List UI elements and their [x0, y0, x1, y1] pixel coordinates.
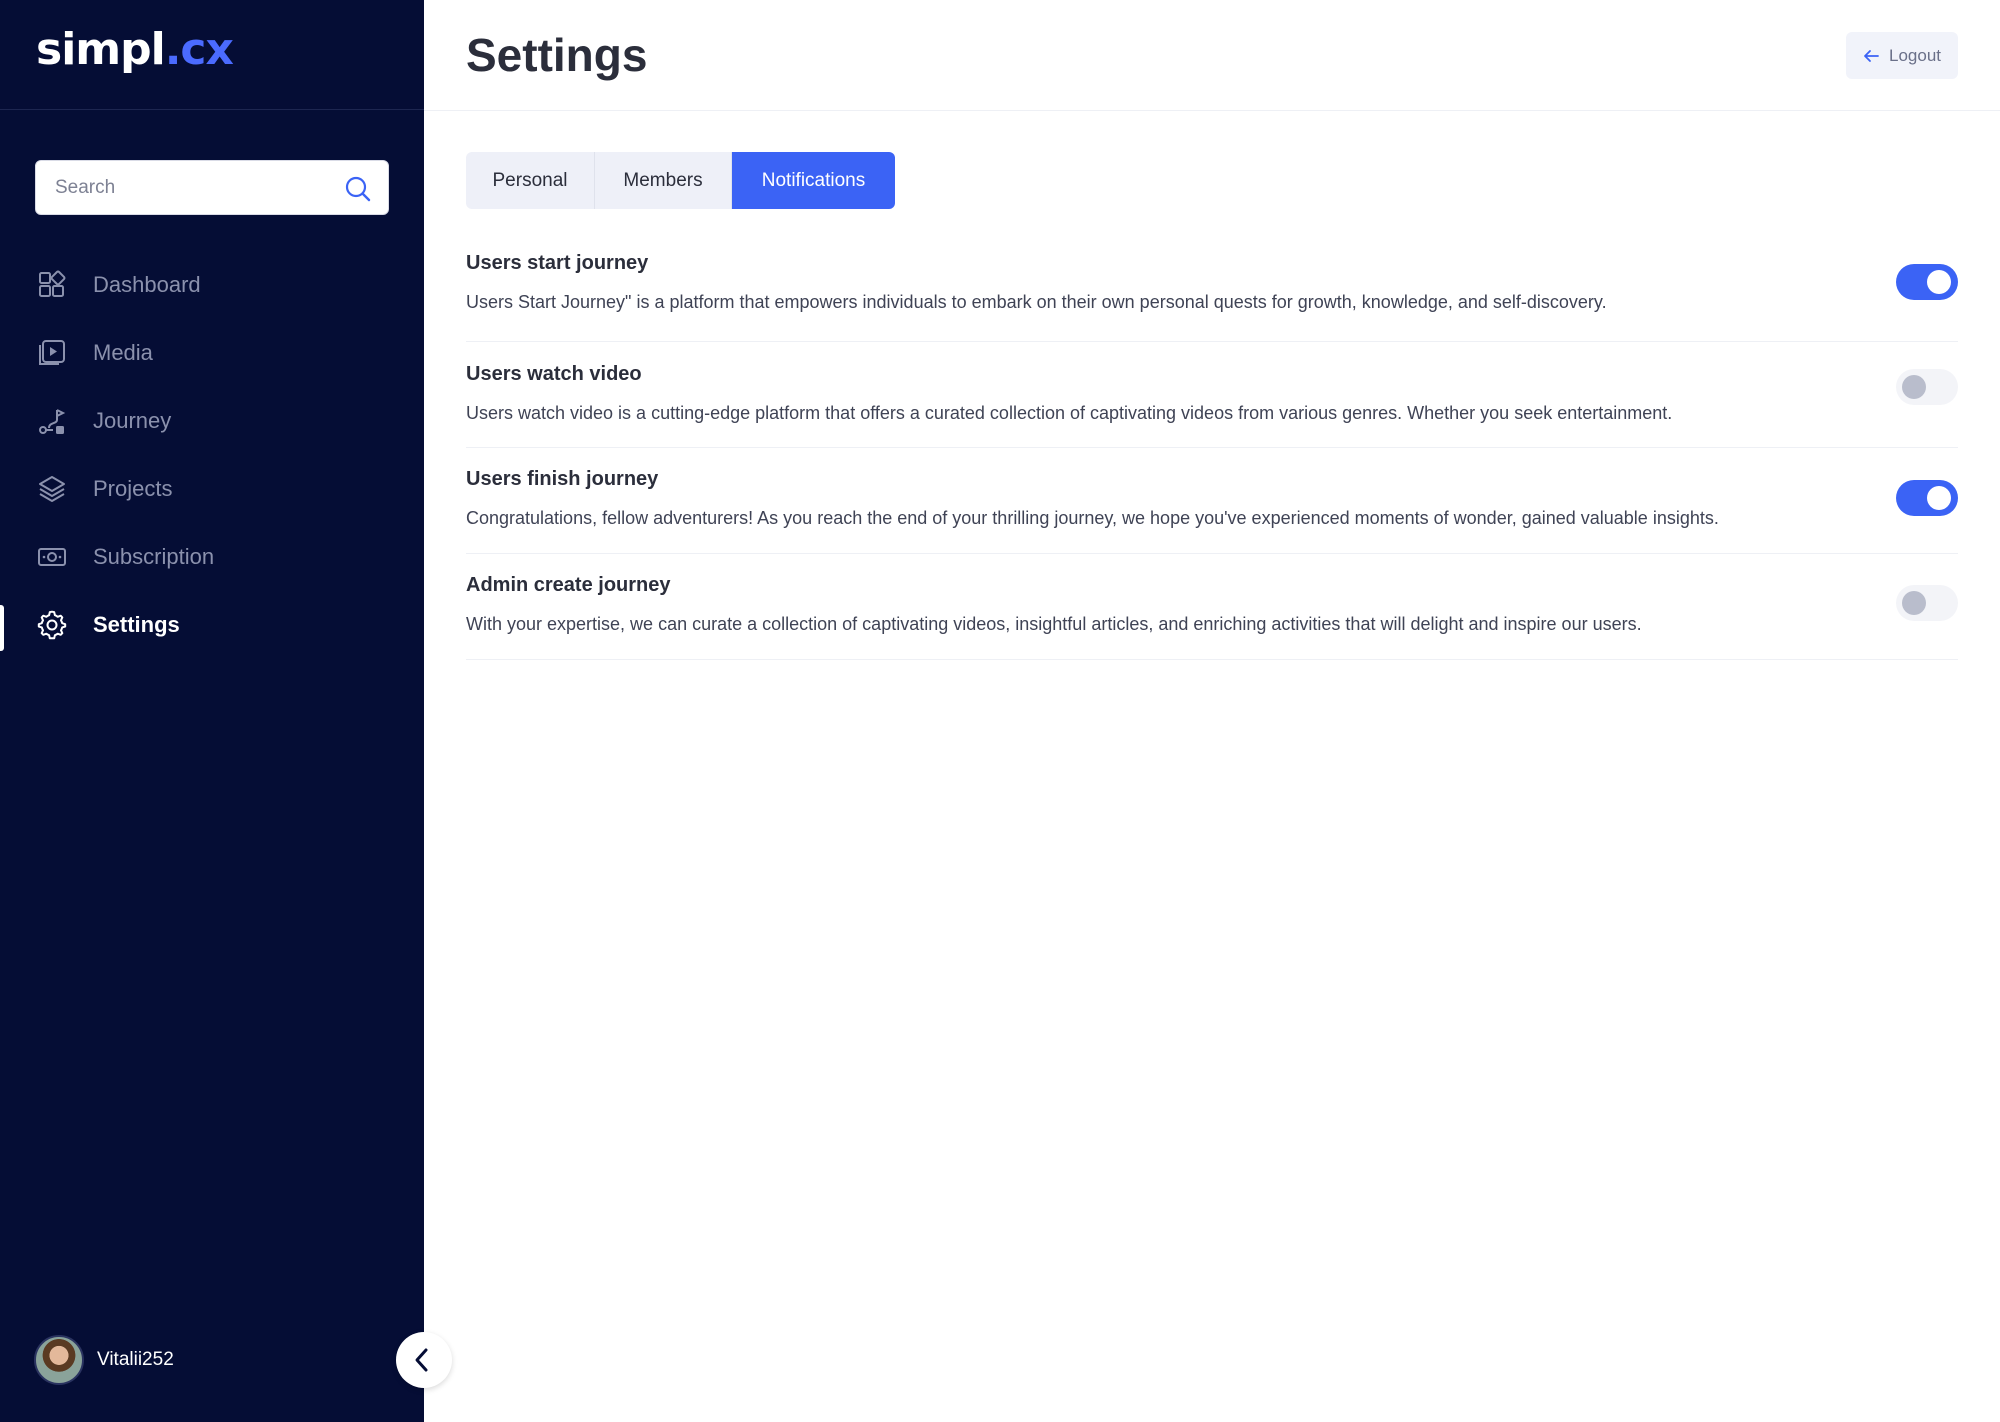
sidebar-item-label: Subscription: [93, 544, 215, 569]
notification-description: Users watch video is a cutting-edge plat…: [466, 403, 1673, 423]
notification-title: Users watch video: [466, 363, 642, 385]
tab-notifications[interactable]: Notifications: [732, 152, 895, 209]
search-box: [35, 160, 389, 215]
journey-route-icon: [39, 409, 66, 434]
notification-row: Admin create journey With your expertise…: [466, 554, 1958, 660]
notification-row: Users start journey Users Start Journey"…: [466, 231, 1958, 342]
toggle-knob: [1902, 375, 1926, 399]
logo-text: simpl: [36, 24, 166, 75]
tab-members[interactable]: Members: [595, 152, 732, 209]
sidebar: simpl.cx Dashboard Media: [0, 0, 424, 1422]
notification-title: Users start journey: [466, 252, 649, 274]
notification-toggle[interactable]: [1896, 264, 1958, 300]
tab-personal[interactable]: Personal: [466, 152, 595, 209]
notification-settings-list: Users start journey Users Start Journey"…: [466, 231, 1958, 660]
notification-toggle[interactable]: [1896, 369, 1958, 405]
money-icon: [38, 548, 66, 566]
sidebar-item-journey[interactable]: Journey: [0, 386, 424, 454]
search-input[interactable]: [36, 161, 316, 214]
notification-title: Admin create journey: [466, 574, 671, 596]
search-icon[interactable]: [344, 175, 372, 203]
logout-button[interactable]: Logout: [1846, 32, 1958, 79]
sidebar-item-label: Media: [93, 340, 153, 365]
toggle-knob: [1902, 591, 1926, 615]
page-header: Settings Logout: [424, 0, 2000, 111]
dashboard-icon: [39, 270, 66, 297]
username: Vitalii252: [97, 1349, 174, 1370]
notification-description: Congratulations, fellow adventurers! As …: [466, 508, 1719, 528]
sidebar-nav: Dashboard Media Journey Projects Subscri…: [0, 250, 424, 658]
settings-tabs: Personal Members Notifications: [466, 152, 895, 209]
sidebar-item-label: Dashboard: [93, 272, 201, 297]
avatar[interactable]: [34, 1335, 84, 1385]
logo-accent-text: .cx: [164, 24, 234, 75]
media-play-icon: [39, 340, 65, 365]
sidebar-item-subscription[interactable]: Subscription: [0, 522, 424, 590]
page-title: Settings: [466, 29, 648, 81]
notification-row: Users watch video Users watch video is a…: [466, 342, 1958, 448]
notification-row: Users finish journey Congratulations, fe…: [466, 448, 1958, 554]
sidebar-item-projects[interactable]: Projects: [0, 454, 424, 522]
logo[interactable]: simpl.cx: [36, 24, 234, 75]
layers-icon: [39, 476, 65, 502]
toggle-knob: [1927, 270, 1951, 294]
main-content: Settings Logout Personal Members Notific…: [424, 0, 2000, 1422]
sidebar-item-label: Settings: [93, 612, 180, 637]
toggle-knob: [1927, 486, 1951, 510]
sidebar-item-dashboard[interactable]: Dashboard: [0, 250, 424, 318]
logout-label: Logout: [1889, 45, 1941, 65]
sidebar-item-settings[interactable]: Settings: [0, 590, 424, 658]
notification-description: Users Start Journey" is a platform that …: [466, 292, 1607, 312]
gear-icon: [37, 610, 67, 640]
sidebar-item-label: Projects: [93, 476, 173, 501]
notification-toggle[interactable]: [1896, 480, 1958, 516]
notification-description: With your expertise, we can curate a col…: [466, 614, 1642, 634]
notification-toggle[interactable]: [1896, 585, 1958, 621]
notification-title: Users finish journey: [466, 468, 659, 490]
logo-bar: simpl.cx: [0, 0, 424, 110]
sidebar-item-label: Journey: [93, 408, 172, 433]
sidebar-item-media[interactable]: Media: [0, 318, 424, 386]
arrow-left-icon: [1864, 49, 1879, 62]
user-profile[interactable]: Vitalii252: [34, 1335, 174, 1385]
